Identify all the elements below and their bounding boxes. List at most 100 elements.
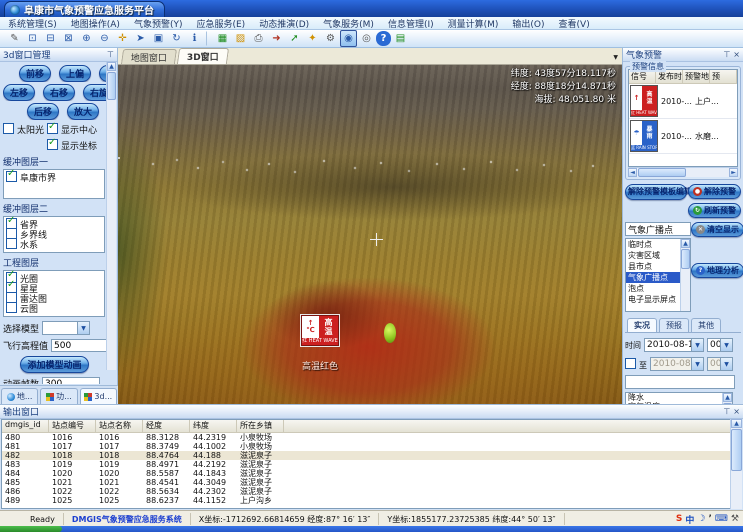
scene-image-icon[interactable]: ▨ [232,30,249,47]
sunlight-checkbox[interactable]: 太阳光 [3,123,47,136]
data-mode-tab[interactable]: 其他 [691,318,721,332]
layer-checkbox-item[interactable]: 乡界线 [6,228,102,238]
close-icon[interactable]: × [733,50,740,59]
station-table-row[interactable]: 48210181018 88.476444.188滋泥泉子 [2,451,730,460]
map-window-tab[interactable]: 地图窗口 [121,49,177,64]
station-table-row[interactable]: 48410201020 88.558744.1843滋泥泉子 [2,469,730,478]
layer-checkbox-item[interactable]: 光圈 [6,272,102,282]
layer-checkbox-item[interactable]: 阜康市界 [6,171,102,181]
flight-elevation-input[interactable] [51,339,106,352]
date-combo[interactable]: 2010-08-13 ▼ [644,338,704,352]
animation-frames-input[interactable] [42,377,100,384]
camera-move-button[interactable]: 前移 [19,65,51,82]
windows-taskbar[interactable] [0,526,743,532]
warning-row[interactable]: ☂ 暴雨 蓝 RAIN STORM 2010-... 水磨... [629,119,737,154]
camera-move-button[interactable]: 上偏 [59,65,91,82]
menu-item[interactable]: 输出(O) [512,17,544,30]
clear-display-button[interactable]: ✕清空显示 [691,222,743,237]
remove-warning-template-edit-button[interactable]: 解除预警模板编辑 [625,184,687,200]
menu-item[interactable]: 信息管理(I) [388,17,434,30]
zoom-in-icon[interactable]: ⊕ [78,30,95,47]
camera-move-button[interactable]: 左移 [3,84,35,101]
zoom-out-icon[interactable]: ⊖ [96,30,113,47]
station-column-header[interactable]: 所在乡镇 [237,420,284,432]
station-table-row[interactable]: 48310191019 88.497144.2192滋泥泉子 [2,460,730,469]
lang-zh-icon[interactable]: 中 [685,513,694,526]
heat-wave-warning-marker[interactable]: ↑ ℃ 高 温 红 HEAT WAVE 高温红色 [290,315,350,372]
point-list-vscrollbar[interactable]: ▲ [680,239,690,311]
add-model-animation-button[interactable]: 添加模型动画 [20,356,88,373]
zoom-next-icon[interactable]: ⊠ [60,30,77,47]
full-extent-icon[interactable]: ▣ [150,30,167,47]
station-column-header[interactable]: dmgis_id [2,420,49,432]
station-table-row[interactable]: 48510211021 88.454144.3049滋泥泉子 [2,478,730,487]
camera-move-button[interactable]: 右移 [43,84,75,101]
settings-icon[interactable]: ⚙ [322,30,339,47]
pin-icon[interactable]: ⊤ [723,407,730,416]
left-panel-tab[interactable]: 3d... [80,388,117,404]
vehicle-icon[interactable]: ➜ [268,30,285,47]
show-coord-checkbox[interactable]: 显示坐标 [47,139,97,152]
hour-combo[interactable]: 00 ▼ [707,338,733,352]
menu-item[interactable]: 系统管理(S) [8,17,57,30]
punct-icon[interactable]: ’ [709,514,712,524]
station-table-row[interactable]: 48610221022 88.563444.2302滋泥泉子 [2,487,730,496]
data-mode-tab[interactable]: 实况 [627,318,657,332]
zoom-window-icon[interactable]: ⊡ [24,30,41,47]
show-center-checkbox[interactable]: 显示中心 [47,123,97,136]
menu-item[interactable]: 应急服务(E) [196,17,245,30]
layer-checkbox-item[interactable]: 省界 [6,218,102,228]
camera-move-button[interactable]: 右旋 [83,84,106,101]
eye-icon[interactable]: ◎ [358,30,375,47]
close-icon[interactable]: × [733,407,740,416]
map-3d-view[interactable]: 纬度: 43度57分18.117秒经度: 88度18分14.871秒海拔: 48… [118,65,622,404]
pin-icon[interactable]: ⊤ [723,50,730,59]
menu-item[interactable]: 查看(V) [559,17,590,30]
left-panel-tab[interactable]: 功... [40,388,77,404]
keyboard-icon[interactable]: ⌨ [715,514,728,524]
element-filter-input[interactable] [625,375,735,389]
help-icon[interactable]: ? [376,31,391,46]
remove-warning-button[interactable]: ●解除预警 [688,184,741,199]
layer-checkbox-item[interactable]: 星星 [6,282,102,292]
menu-item[interactable]: 气象服务(M) [323,17,374,30]
warning-column-header[interactable]: 预 [710,70,737,83]
station-table-row[interactable]: 48110171017 88.374944.1002小泉牧场 [2,442,730,451]
separator[interactable] [206,31,211,46]
left-panel-tab[interactable]: 地... [1,388,38,404]
warning-column-header[interactable]: 预警地区 [683,70,710,83]
print-icon[interactable]: ⎙ [250,30,267,47]
station-column-header[interactable]: 纬度 [190,420,237,432]
identify-icon[interactable]: ℹ [186,30,203,47]
warning-row[interactable]: ↑ 高温 红 HEAT WAVE 2010-... 上户... [629,84,737,119]
export-icon[interactable]: ▤ [392,30,409,47]
map-window-tab[interactable]: 3D窗口 [177,48,229,64]
model-select[interactable]: ▼ [42,321,90,335]
layer-checkbox-item[interactable]: 云图 [6,302,102,312]
point-type-combo[interactable]: 气象广播点 [625,222,691,236]
pan-icon[interactable]: ✛ [114,30,131,47]
refresh-warning-button[interactable]: ↻刷新预警 [688,203,741,218]
station-column-header[interactable]: 经度 [143,420,190,432]
pin-icon[interactable]: ⊤ [107,50,114,59]
menu-item[interactable]: 测量计算(M) [448,17,499,30]
camera-zoom-button[interactable]: 放大 [67,103,99,120]
station-table-vscrollbar[interactable]: ▲ [730,419,742,509]
flight-path-icon[interactable]: ➚ [286,30,303,47]
measure-icon[interactable]: ✎ [6,30,23,47]
menu-item[interactable]: 地图操作(A) [71,17,120,30]
layer-checkbox-item[interactable]: 水系 [6,238,102,248]
camera-move-button[interactable]: 下偏 [99,65,106,82]
station-column-header[interactable]: 站点名称 [96,420,143,432]
moon-icon[interactable]: ☽ [697,514,705,524]
refresh-icon[interactable]: ↻ [168,30,185,47]
sogou-icon[interactable]: S [676,514,682,524]
globe-3d-icon[interactable]: ◉ [340,30,357,47]
menu-item[interactable]: 动态推演(D) [259,17,309,30]
tab-list-button[interactable]: ▼ [613,54,618,61]
left-panel-vscrollbar[interactable]: ▲ [106,62,116,370]
weather-element-item[interactable]: 降水 [626,393,732,402]
warning-table-hscrollbar[interactable]: ◄ ► [628,167,738,177]
toolbox-icon[interactable]: ⚒ [731,514,739,524]
station-table-row[interactable]: 48910251025 88.623744.1152上户沟乡 [2,496,730,505]
